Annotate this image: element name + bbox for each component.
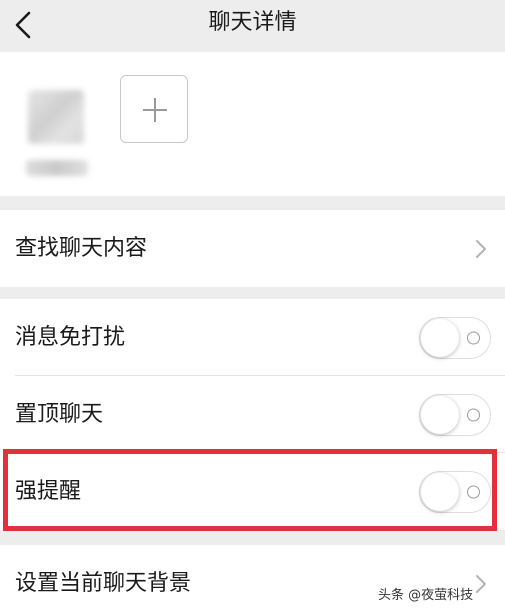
strong-reminder-row: 强提醒: [0, 453, 505, 530]
settings-group: 消息免打扰 置顶聊天 强提醒: [0, 299, 505, 530]
row-label: 强提醒: [15, 478, 82, 504]
toggle-knob: [421, 395, 459, 434]
search-group: 查找聊天内容: [0, 210, 505, 287]
pin-chat-row: 置顶聊天: [0, 376, 505, 453]
chevron-right-icon: [476, 239, 486, 258]
plus-icon: [143, 98, 167, 122]
chevron-right-icon: [476, 574, 486, 593]
toggle-off-icon: [467, 485, 480, 498]
toggle-knob: [421, 472, 459, 511]
row-label: 设置当前聊天背景: [15, 570, 192, 596]
toggle-off-icon: [467, 408, 480, 421]
row-label: 消息免打扰: [15, 324, 126, 350]
member-avatar[interactable]: [22, 82, 92, 192]
toggle-knob: [421, 318, 459, 357]
avatar-image: [28, 90, 84, 144]
member-name: [26, 160, 88, 176]
mute-notifications-row: 消息免打扰: [0, 299, 505, 376]
strong-reminder-toggle[interactable]: [419, 470, 491, 513]
row-label: 查找聊天内容: [15, 235, 148, 261]
member-panel: [0, 52, 505, 196]
pin-chat-toggle[interactable]: [419, 393, 491, 436]
toggle-off-icon: [467, 331, 480, 344]
row-label: 置顶聊天: [15, 401, 104, 427]
page-title: 聊天详情: [208, 10, 297, 35]
watermark: 头条 @夜萤科技: [378, 588, 474, 603]
search-chat-content-row[interactable]: 查找聊天内容: [0, 210, 505, 287]
add-member-button[interactable]: [120, 75, 188, 143]
nav-bar: 聊天详情: [0, 0, 505, 52]
mute-notifications-toggle[interactable]: [419, 316, 491, 359]
